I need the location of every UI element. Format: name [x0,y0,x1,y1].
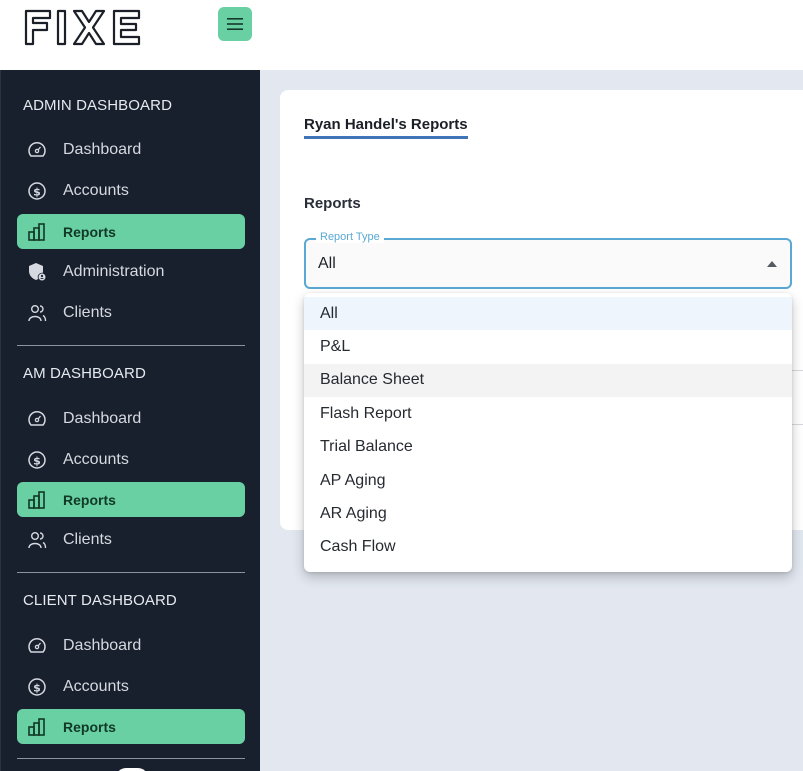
hamburger-icon [227,18,243,30]
report-type-value: All [318,255,336,272]
sidebar-item-label: Dashboard [63,140,142,158]
report-type-select[interactable]: Report Type All [304,231,792,289]
sidebar-item-am-clients[interactable]: Clients [17,522,245,557]
dollar-circle-icon: $ [26,180,48,202]
menu-option-balance-sheet[interactable]: Balance Sheet [304,363,792,398]
sidebar-item-label: Accounts [63,677,129,695]
sidebar-item-client-dashboard[interactable]: Dashboard [17,628,245,663]
section-title-admin-dashboard: ADMIN DASHBOARD [23,97,173,114]
sidebar-item-label: Reports [63,223,116,240]
sidebar-item-label: Administration [63,262,165,280]
sidebar-item-am-reports[interactable]: Reports [17,482,245,517]
sidebar-divider [17,345,245,346]
top-bar [0,0,803,70]
menu-toggle-button[interactable] [218,7,252,41]
sidebar-item-am-accounts[interactable]: $ Accounts [17,442,245,477]
shield-user-icon [26,261,48,283]
report-type-label: Report Type [316,231,384,243]
sidebar-item-label: Dashboard [63,409,142,427]
reports-section-label: Reports [304,195,361,212]
bar-chart-icon [26,716,48,738]
menu-option-ar-aging[interactable]: AR Aging [304,497,792,530]
sidebar-item-client-accounts[interactable]: $ Accounts [17,669,245,704]
sidebar-item-label: Reports [63,491,116,508]
sidebar-item-label: Clients [63,303,112,321]
menu-option-ap-aging[interactable]: AP Aging [304,464,792,497]
sidebar-divider [17,758,245,759]
menu-option-trial-balance[interactable]: Trial Balance [304,431,792,464]
bar-chart-icon [26,489,48,511]
sidebar-item-admin-clients[interactable]: Clients [17,295,245,330]
menu-option-pl[interactable]: P&L [304,330,792,363]
sidebar-item-label: Dashboard [63,636,142,654]
sidebar-divider [17,572,245,573]
section-title-am-dashboard: AM DASHBOARD [23,365,146,382]
sidebar: ADMIN DASHBOARD Dashboard $ Accounts Rep… [0,70,260,771]
sidebar-item-admin-administration[interactable]: Administration [17,254,245,289]
sidebar-item-admin-accounts[interactable]: $ Accounts [17,173,245,208]
users-icon [26,529,48,551]
users-icon [26,302,48,324]
fixe-logo[interactable] [22,5,144,49]
page-title: Ryan Handel's Reports [304,116,468,139]
sidebar-item-admin-dashboard[interactable]: Dashboard [17,132,245,167]
sidebar-item-label: Accounts [63,450,129,468]
report-type-menu: All P&L Balance Sheet Flash Report Trial… [304,293,792,572]
dollar-circle-icon: $ [26,676,48,698]
svg-text:$: $ [33,454,41,467]
sidebar-item-client-reports[interactable]: Reports [17,709,245,744]
svg-text:$: $ [33,681,41,694]
speedometer-icon [26,139,48,161]
menu-option-all[interactable]: All [304,297,792,331]
sidebar-item-label: Accounts [63,181,129,199]
dollar-circle-icon: $ [26,449,48,471]
sidebar-item-label: Clients [63,530,112,548]
svg-text:$: $ [33,185,41,198]
sidebar-item-admin-reports[interactable]: Reports [17,214,245,249]
bar-chart-icon [26,221,48,243]
caret-up-icon [767,261,777,267]
sidebar-item-am-dashboard[interactable]: Dashboard [17,401,245,436]
sidebar-item-label: Reports [63,718,116,735]
section-title-client-dashboard: CLIENT DASHBOARD [23,592,177,609]
speedometer-icon [26,635,48,657]
menu-option-cash-flow[interactable]: Cash Flow [304,531,792,564]
speedometer-icon [26,408,48,430]
menu-option-flash-report[interactable]: Flash Report [304,397,792,430]
